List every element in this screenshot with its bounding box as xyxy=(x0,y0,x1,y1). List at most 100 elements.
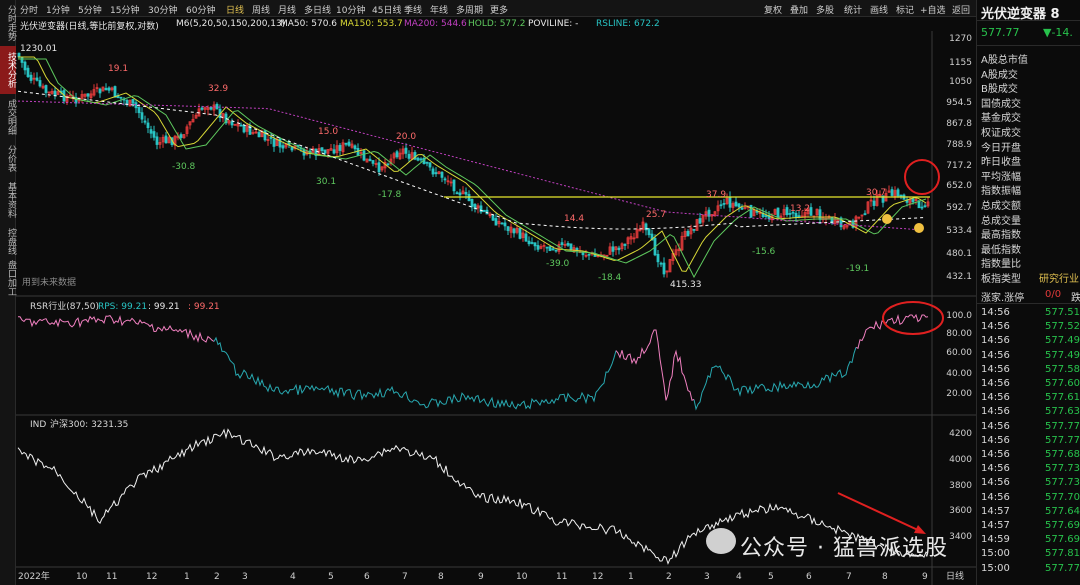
tick-time: 14:56 xyxy=(981,363,1010,375)
period-tab[interactable]: 多日线 xyxy=(304,3,331,16)
period-tab[interactable]: 30分钟 xyxy=(148,3,177,16)
candle-body xyxy=(698,218,702,224)
y-tick-label: 592.7 xyxy=(946,203,972,213)
overlay-button[interactable]: 叠加 xyxy=(790,3,808,16)
candle-body xyxy=(434,172,438,175)
ma-green-line xyxy=(18,58,927,279)
candle-body xyxy=(29,74,33,81)
y-tick-label: 480.1 xyxy=(946,249,972,259)
candle-body xyxy=(113,86,117,98)
x-tick-label: 3 xyxy=(704,572,710,582)
y-tick-label: 1155 xyxy=(949,58,972,68)
tab-basic-info[interactable]: 基本资料 xyxy=(0,178,16,222)
x-tick-label: 11 xyxy=(556,572,567,582)
period-tab[interactable]: 月线 xyxy=(278,3,296,16)
quote-field-label: 总成交额 xyxy=(981,201,1021,212)
candle-body xyxy=(416,157,420,161)
quote-field-label: 指数振幅 xyxy=(981,186,1021,198)
candle-body xyxy=(452,179,456,192)
candle-body xyxy=(500,222,504,225)
period-tab[interactable]: 60分钟 xyxy=(186,3,215,16)
candle-body xyxy=(209,106,213,110)
tick-time: 14:56 xyxy=(981,392,1010,404)
candle-body xyxy=(362,150,366,161)
ma150-value: MA150: 553.7 xyxy=(340,19,403,29)
x-tick-label: 6 xyxy=(806,572,812,582)
candle-body xyxy=(518,228,522,239)
draw-line-button[interactable]: 画线 xyxy=(870,3,888,16)
candle-body xyxy=(533,242,537,247)
adjust-button[interactable]: 复权 xyxy=(764,3,782,16)
candle-body xyxy=(371,160,375,164)
quote-panel: 光伏逆变器 8 577.77 ▼-14. A股总市值 A股成交 B股成交 国债成交 基金… xyxy=(976,0,1080,585)
main-y-axis: 1270 1155 1050 954.5 867.8 788.9 717.2 652.0 592… xyxy=(946,34,972,282)
limit-value: 0/0 xyxy=(1045,289,1062,300)
tick-time: 15:00 xyxy=(981,548,1010,560)
period-tab[interactable]: 周线 xyxy=(252,3,270,16)
candle-body xyxy=(920,206,924,209)
period-tab[interactable]: 10分钟 xyxy=(336,3,365,16)
mark-button[interactable]: 标记 xyxy=(896,3,914,16)
candle-body xyxy=(611,246,615,252)
candle-body xyxy=(617,247,621,251)
tick-price: 577.63 xyxy=(1045,406,1080,418)
period-tab[interactable]: 1分钟 xyxy=(46,3,70,16)
period-tab[interactable]: 45日线 xyxy=(372,3,401,16)
tick-price: 577.73 xyxy=(1045,463,1080,475)
tab-control-line[interactable]: 控盘线 xyxy=(0,224,16,258)
tab-time-sharing[interactable]: 分时走势 xyxy=(0,2,16,44)
candle-body xyxy=(686,230,690,237)
candle-body xyxy=(911,198,915,203)
candle-body xyxy=(377,162,381,173)
candle-body xyxy=(23,61,27,71)
candle-body xyxy=(425,161,429,164)
x-tick-label: 5 xyxy=(768,572,774,582)
tick-row: 14:56 577.61 xyxy=(977,392,1080,404)
candle-body xyxy=(353,145,357,150)
candle-body xyxy=(623,243,627,246)
back-button[interactable]: 返回 xyxy=(952,3,970,16)
tick-row: 14:57 577.64 xyxy=(977,506,1080,518)
tick-price: 577.77 xyxy=(1045,562,1080,574)
tick-time: 14:56 xyxy=(981,477,1010,489)
period-tab[interactable]: 年线 xyxy=(430,3,448,16)
quote-field-label: 板指类型 xyxy=(981,274,1021,285)
candle-body xyxy=(524,233,528,242)
period-tab[interactable]: 15分钟 xyxy=(110,3,139,16)
y-tick-label: 1050 xyxy=(949,77,972,87)
tab-trade-details[interactable]: 成交明细 xyxy=(0,96,16,138)
chart-area[interactable]: 127011551050954.5867.8788.9717.2652.0592… xyxy=(16,31,976,585)
period-tab[interactable]: 季线 xyxy=(404,3,422,16)
add-watchlist-button[interactable]: +自选 xyxy=(920,3,946,16)
x-axis: 2022年 10 11 12 1 2 3 4 5 6 7 8 9 10 11 12 1 2 3 4 5 6 7 8 9 日线 xyxy=(18,570,964,582)
multi-stock-button[interactable]: 多股 xyxy=(816,3,834,16)
ma-yellow-line xyxy=(18,56,927,272)
candle-body xyxy=(749,205,753,218)
tab-handicap[interactable]: 盘口加工 xyxy=(0,260,16,296)
candle-body xyxy=(35,77,39,81)
tick-time: 14:56 xyxy=(981,335,1010,347)
candle-body xyxy=(179,134,183,138)
candle-body xyxy=(149,129,153,134)
left-tab-strip: 分时走势 技术分析 成交明细 分价表 基本资料 控盘线 盘口加工 xyxy=(0,0,16,585)
period-tab[interactable]: 5分钟 xyxy=(78,3,102,16)
buy-marker-icon xyxy=(882,214,892,224)
y-tick-label: 40.00 xyxy=(946,369,972,379)
stats-button[interactable]: 统计 xyxy=(844,3,862,16)
candle-body xyxy=(548,246,552,252)
tab-technical-analysis[interactable]: 技术分析 xyxy=(0,46,16,94)
tick-row: 14:56 577.73 xyxy=(977,463,1080,475)
candle-body xyxy=(899,194,903,197)
period-tab-active[interactable]: 日线 xyxy=(226,3,244,16)
y-tick-label: 80.00 xyxy=(946,329,972,339)
chart-annotation: 30.1 xyxy=(316,177,336,187)
period-tab[interactable]: 更多 xyxy=(490,3,508,16)
tick-price: 577.69 xyxy=(1045,520,1080,531)
period-tab[interactable]: 多周期 xyxy=(456,3,483,16)
quote-field-label: 最高指数 xyxy=(981,230,1021,242)
candle-body xyxy=(494,218,498,226)
tab-price-table[interactable]: 分价表 xyxy=(0,140,16,176)
x-tick-label: 2022年 xyxy=(18,570,50,582)
period-tab[interactable]: 分时 xyxy=(20,3,38,16)
candle-body xyxy=(155,136,159,145)
